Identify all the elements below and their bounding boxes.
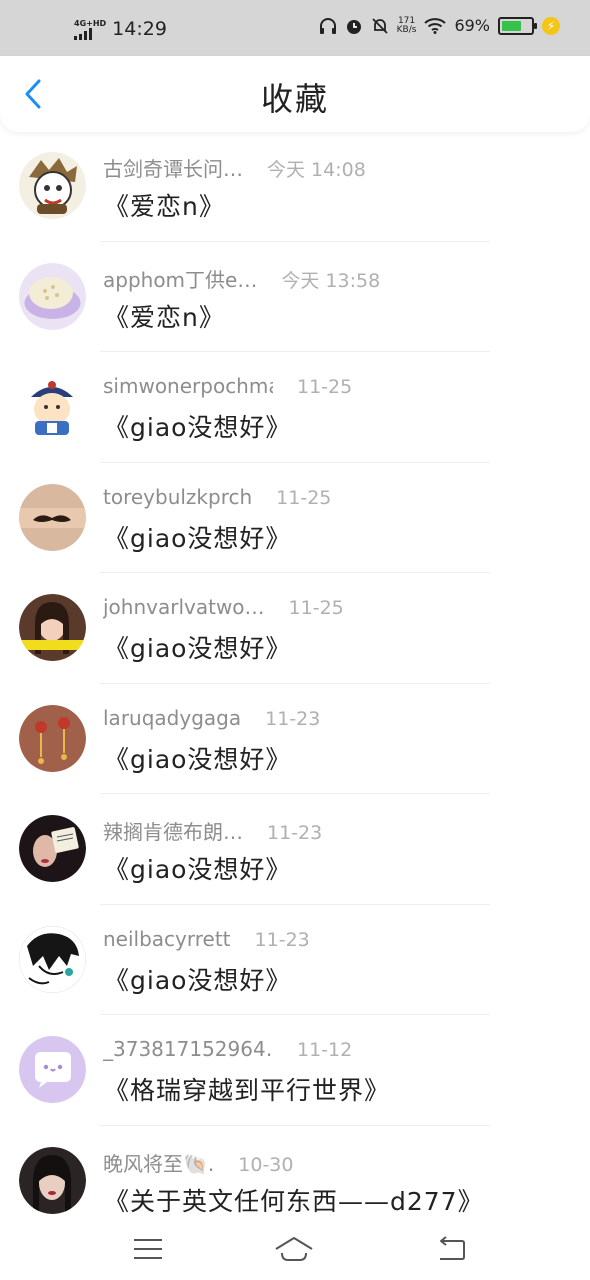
- timestamp: 11-25: [288, 597, 344, 619]
- menu-button[interactable]: [128, 1232, 168, 1266]
- author-name[interactable]: toreybulzkprch: [103, 485, 252, 509]
- timestamp: 11-23: [254, 928, 310, 951]
- battery-level: [502, 20, 522, 31]
- girl-photo-avatar: [19, 594, 86, 661]
- item-meta: johnvarlvatwo… 11-25: [103, 595, 344, 619]
- item-meta: laruqadygaga 11-23: [103, 706, 320, 730]
- timestamp: 11-23: [267, 822, 323, 844]
- alarm-icon: [346, 19, 361, 34]
- avatar[interactable]: [19, 152, 86, 219]
- system-nav-bar: [0, 1218, 590, 1280]
- back-arrow-icon: [440, 1236, 465, 1260]
- avatar[interactable]: [19, 373, 86, 440]
- author-name[interactable]: 辣搁肯德布朗…: [103, 816, 243, 845]
- header: 收藏: [0, 56, 590, 132]
- home-button[interactable]: [274, 1232, 314, 1266]
- timestamp: 10-30: [238, 1153, 294, 1176]
- item-meta: simwonerpochma 11-25: [103, 374, 352, 398]
- battery-percent: 69%: [454, 16, 490, 35]
- avatar[interactable]: [19, 1146, 86, 1214]
- avatar[interactable]: [19, 704, 86, 772]
- ink-sketch-face-avatar: [19, 925, 86, 993]
- favorite-title[interactable]: 《giao没想好》: [104, 850, 291, 886]
- avatar[interactable]: [19, 483, 86, 551]
- network-type: 4G+HD: [74, 18, 107, 28]
- item-meta: apphom丁供e… 今天 13:58: [103, 264, 380, 293]
- favorite-title[interactable]: 《爱恋n》: [104, 298, 225, 334]
- headphones-icon: [319, 17, 336, 34]
- list-item[interactable]: 古剑奇谭长问… 今天 14:08 《爱恋n》: [0, 131, 590, 242]
- avatar[interactable]: [19, 262, 86, 330]
- timestamp: 今天 13:58: [281, 269, 381, 292]
- favorite-title[interactable]: 《关于英文任何东西——d277》: [104, 1182, 484, 1218]
- author-name[interactable]: laruqadygaga: [103, 706, 241, 730]
- favorite-title[interactable]: 《giao没想好》: [104, 961, 291, 997]
- avatar[interactable]: [19, 1036, 86, 1103]
- item-meta: _373817152964… 11-12: [103, 1037, 352, 1061]
- bowl-of-food-avatar: [19, 262, 86, 330]
- battery-icon: [498, 16, 537, 35]
- cartoon-qing-official-avatar: [19, 373, 86, 440]
- mute-notifications-icon: [371, 17, 388, 34]
- favorite-title[interactable]: 《giao没想好》: [104, 408, 291, 444]
- item-meta: 辣搁肯德布朗… 11-23: [103, 816, 322, 845]
- list-item[interactable]: neilbacyrrett 11-23 《giao没想好》: [0, 905, 590, 1015]
- avatar[interactable]: [19, 594, 86, 661]
- timestamp: 11-25: [276, 486, 332, 509]
- author-name[interactable]: 古剑奇谭长问…: [103, 153, 243, 182]
- author-name[interactable]: _373817152964…: [103, 1037, 273, 1061]
- signal-icon: [74, 27, 92, 40]
- list-item[interactable]: _373817152964… 11-12 《格瑞穿越到平行世界》: [0, 1015, 590, 1126]
- author-name[interactable]: simwonerpochma: [103, 374, 273, 398]
- mustache-finger-avatar: [19, 483, 86, 551]
- status-right: 171 KB/s 69% ⚡: [319, 16, 560, 35]
- list-item[interactable]: simwonerpochma 11-25 《giao没想好》: [0, 352, 590, 463]
- purple-chat-bubble-avatar: [19, 1036, 86, 1103]
- item-meta: 古剑奇谭长问… 今天 14:08: [103, 153, 366, 182]
- network-indicator: 4G+HD: [74, 19, 106, 40]
- network-speed: 171 KB/s: [396, 16, 417, 35]
- item-meta: toreybulzkprch 11-25: [103, 485, 331, 509]
- favorite-title[interactable]: 《爱恋n》: [104, 187, 225, 223]
- favorites-list: 古剑奇谭长问… 今天 14:08 《爱恋n》 apphom丁供e… 今天 13:…: [0, 131, 590, 1236]
- timestamp: 今天 14:08: [267, 159, 366, 181]
- list-item[interactable]: johnvarlvatwo… 11-25 《giao没想好》: [0, 573, 590, 684]
- home-icon: [275, 1237, 313, 1261]
- list-item[interactable]: toreybulzkprch 11-25 《giao没想好》: [0, 463, 590, 573]
- status-bar: 4G+HD 14:29 171 KB/s 69% ⚡: [0, 0, 590, 56]
- cartoon-warrior-avatar: [19, 152, 86, 219]
- favorite-title[interactable]: 《giao没想好》: [104, 519, 291, 555]
- list-item[interactable]: 辣搁肯德布朗… 11-23 《giao没想好》: [0, 794, 590, 905]
- menu-icon: [134, 1239, 162, 1259]
- avatar[interactable]: [19, 815, 86, 882]
- system-back-button[interactable]: [430, 1232, 470, 1266]
- item-meta: 晚风将至🐚. 10-30: [103, 1148, 293, 1177]
- red-earrings-avatar: [19, 704, 86, 772]
- author-name[interactable]: 晚风将至🐚.: [103, 1148, 214, 1177]
- item-meta: neilbacyrrett 11-23: [103, 927, 310, 951]
- dark-hair-girl-avatar: [19, 1146, 86, 1214]
- timestamp: 11-23: [265, 707, 321, 730]
- favorite-title[interactable]: 《格瑞穿越到平行世界》: [104, 1071, 390, 1107]
- charging-bolt-icon: ⚡: [542, 16, 560, 35]
- favorite-title[interactable]: 《giao没想好》: [104, 629, 291, 665]
- list-item[interactable]: laruqadygaga 11-23 《giao没想好》: [0, 684, 590, 794]
- list-item[interactable]: apphom丁供e… 今天 13:58 《爱恋n》: [0, 242, 590, 352]
- timestamp: 11-12: [297, 1039, 353, 1061]
- author-name[interactable]: apphom丁供e…: [103, 264, 257, 293]
- status-left: 4G+HD 14:29: [74, 18, 167, 40]
- girl-with-note-avatar: [19, 815, 86, 882]
- network-speed-unit: KB/s: [396, 24, 417, 35]
- clock: 14:29: [112, 18, 167, 40]
- page-title: 收藏: [260, 80, 329, 118]
- wifi-icon: [424, 17, 447, 34]
- author-name[interactable]: johnvarlvatwo…: [103, 595, 265, 619]
- favorite-title[interactable]: 《giao没想好》: [104, 740, 291, 776]
- author-name[interactable]: neilbacyrrett: [103, 927, 231, 951]
- timestamp: 11-25: [297, 376, 353, 398]
- avatar[interactable]: [19, 925, 86, 993]
